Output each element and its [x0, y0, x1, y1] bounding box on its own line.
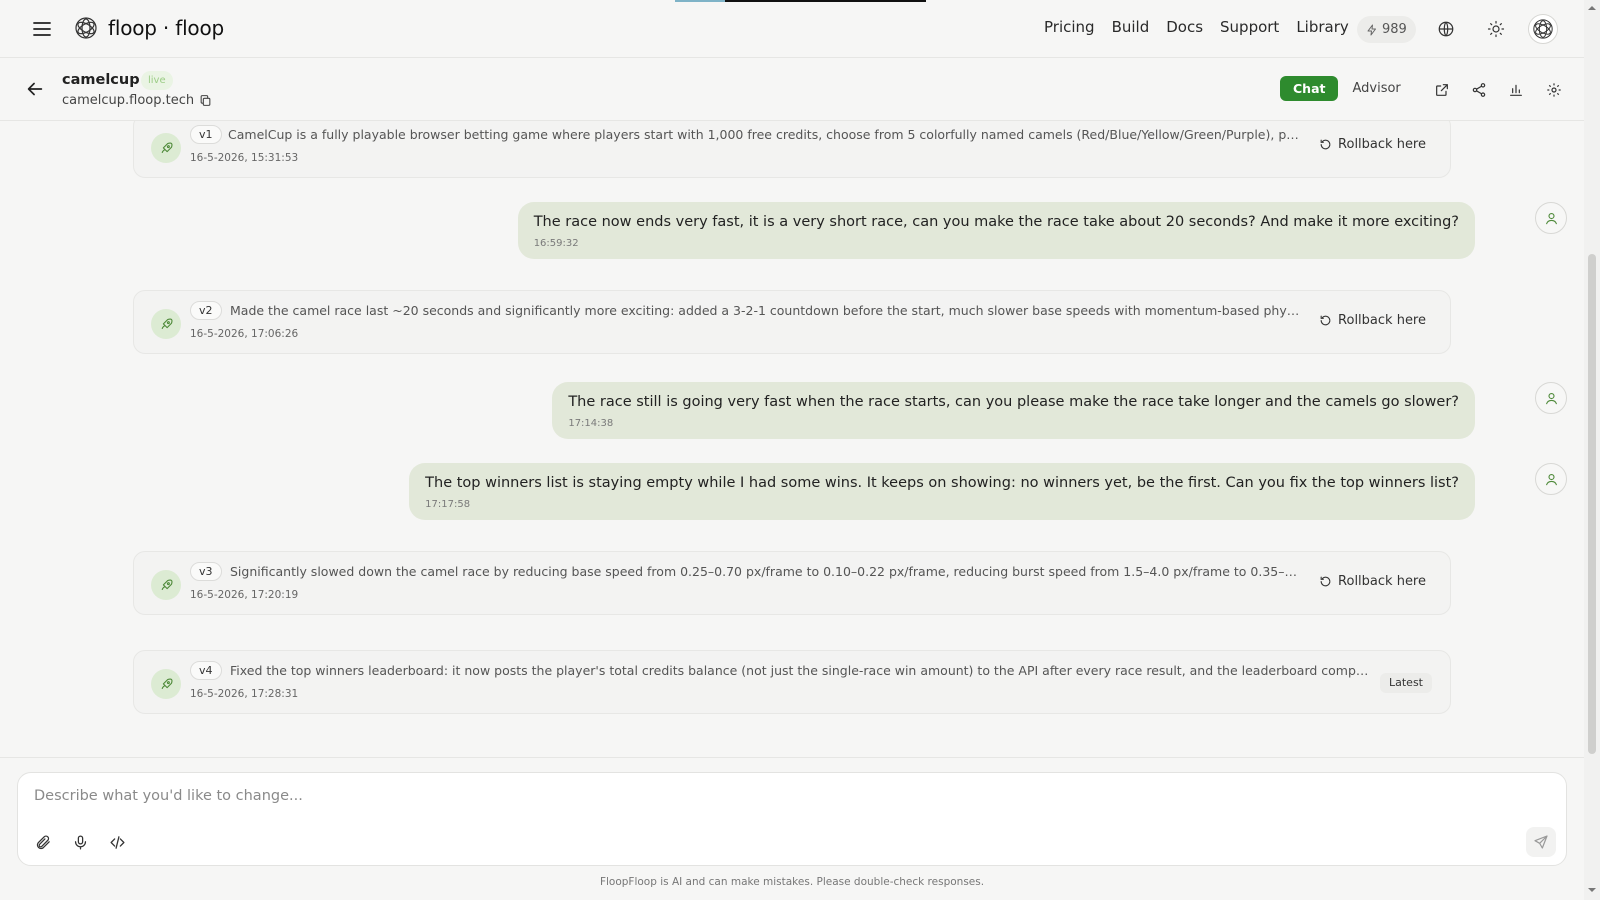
user-message: The race still is going very fast when t…	[552, 382, 1475, 439]
rocket-icon	[151, 133, 181, 163]
version-summary: Made the camel race last ~20 seconds and…	[230, 303, 1302, 318]
user-avatar-icon	[1535, 382, 1567, 414]
project-header: camelcup live camelcup.floop.tech Chat A…	[0, 58, 1584, 121]
user-message-time: 17:17:58	[425, 499, 471, 510]
tab-advisor[interactable]: Advisor	[1342, 76, 1410, 101]
rollback-button[interactable]: Rollback here	[1319, 574, 1426, 589]
back-arrow-icon[interactable]	[24, 78, 46, 100]
brand-name: floop · floop	[108, 16, 225, 40]
sun-icon[interactable]	[1484, 17, 1508, 41]
version-date: 16-5-2026, 17:28:31	[190, 688, 299, 700]
attach-paperclip-icon[interactable]	[32, 831, 54, 853]
credits-badge[interactable]: 989	[1357, 16, 1416, 43]
version-tag: v2	[190, 301, 222, 320]
rollback-label: Rollback here	[1338, 137, 1426, 152]
version-card-v1: v1 CamelCup is a fully playable browser …	[133, 121, 1451, 178]
copy-icon[interactable]	[199, 94, 212, 107]
user-message-text: The race still is going very fast when t…	[568, 394, 1459, 410]
scroll-down-arrow-icon[interactable]	[1588, 886, 1596, 894]
rollback-icon	[1319, 575, 1332, 588]
user-message-time: 17:14:38	[568, 418, 614, 429]
globe-icon[interactable]	[1434, 17, 1458, 41]
latest-badge: Latest	[1380, 673, 1432, 693]
tab-chat[interactable]: Chat	[1280, 75, 1339, 101]
user-message: The race now ends very fast, it is a ver…	[517, 202, 1475, 259]
nav-link-build[interactable]: Build	[1112, 18, 1150, 36]
settings-gear-icon[interactable]	[1543, 79, 1565, 101]
rocket-icon	[151, 669, 181, 699]
version-summary: CamelCup is a fully playable browser bet…	[228, 127, 1300, 142]
version-tag: v1	[190, 125, 222, 144]
version-summary: Fixed the top winners leaderboard: it no…	[230, 663, 1375, 678]
main-nav: Pricing Build Docs Support Library	[1044, 18, 1366, 36]
loading-progress	[675, 0, 926, 2]
credits-count: 989	[1382, 22, 1407, 37]
external-link-icon[interactable]	[1431, 79, 1453, 101]
chat-thread: v1 CamelCup is a fully playable browser …	[0, 121, 1584, 757]
nav-link-support[interactable]: Support	[1220, 18, 1279, 36]
scrollbar[interactable]	[1584, 0, 1600, 900]
rollback-button[interactable]: Rollback here	[1319, 137, 1426, 152]
send-button[interactable]	[1526, 827, 1556, 857]
analytics-icon[interactable]	[1505, 79, 1527, 101]
user-message-text: The race now ends very fast, it is a ver…	[533, 214, 1459, 230]
user-avatar-icon	[1535, 202, 1567, 234]
version-date: 16-5-2026, 17:20:19	[190, 589, 299, 601]
version-card-v2: v2 Made the camel race last ~20 seconds …	[133, 290, 1451, 354]
menu-icon[interactable]	[30, 17, 54, 41]
version-summary: Significantly slowed down the camel race…	[230, 564, 1302, 579]
top-nav: floop · floop Pricing Build Docs Support…	[0, 0, 1584, 58]
version-date: 16-5-2026, 17:06:26	[190, 328, 299, 340]
composer	[17, 772, 1567, 866]
user-avatar-icon	[1535, 463, 1567, 495]
rocket-icon	[151, 570, 181, 600]
status-badge: live	[141, 71, 173, 90]
mode-toggle: Chat Advisor	[1280, 74, 1411, 102]
project-name: camelcup	[62, 72, 140, 88]
floop-logo-icon	[74, 16, 98, 40]
bolt-icon	[1366, 24, 1378, 36]
scrollbar-thumb[interactable]	[1588, 254, 1596, 754]
scroll-up-arrow-icon[interactable]	[1588, 4, 1596, 12]
project-url[interactable]: camelcup.floop.tech	[62, 93, 212, 108]
version-tag: v3	[190, 562, 222, 581]
user-message: The top winners list is staying empty wh…	[409, 463, 1475, 520]
composer-area: FloopFloop is AI and can make mistakes. …	[0, 757, 1584, 900]
share-icon[interactable]	[1468, 79, 1490, 101]
brand[interactable]: floop · floop	[74, 16, 224, 40]
send-icon	[1533, 834, 1549, 850]
nav-link-library[interactable]: Library	[1296, 18, 1348, 36]
user-message-time: 16:59:32	[533, 238, 579, 249]
user-avatar-icon[interactable]	[1528, 14, 1558, 44]
rollback-label: Rollback here	[1338, 313, 1426, 328]
version-date: 16-5-2026, 15:31:53	[190, 152, 299, 164]
user-message-text: The top winners list is staying empty wh…	[425, 475, 1459, 491]
microphone-icon[interactable]	[69, 831, 91, 853]
version-card-v4: v4 Fixed the top winners leaderboard: it…	[133, 650, 1451, 714]
rollback-label: Rollback here	[1338, 574, 1426, 589]
rollback-icon	[1319, 138, 1332, 151]
disclaimer: FloopFloop is AI and can make mistakes. …	[599, 876, 985, 888]
rocket-icon	[151, 309, 181, 339]
rollback-icon	[1319, 314, 1332, 327]
rollback-button[interactable]: Rollback here	[1319, 313, 1426, 328]
nav-link-pricing[interactable]: Pricing	[1044, 18, 1095, 36]
project-url-text: camelcup.floop.tech	[62, 93, 195, 108]
nav-link-docs[interactable]: Docs	[1166, 18, 1203, 36]
version-tag: v4	[190, 661, 222, 680]
prompt-input[interactable]	[34, 785, 1534, 807]
code-icon[interactable]	[106, 831, 128, 853]
version-card-v3: v3 Significantly slowed down the camel r…	[133, 551, 1451, 615]
